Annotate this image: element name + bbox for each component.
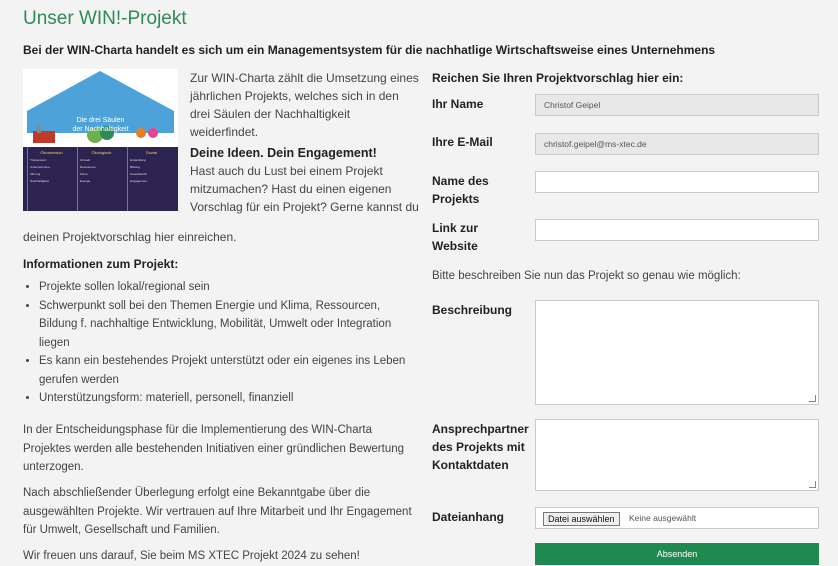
pillar-economic: Ökonomisch Transparenz Unternehmens- füh…	[27, 147, 75, 211]
name-label: Ihr Name	[432, 97, 484, 111]
pillar-line: Transparenz	[30, 158, 47, 162]
project-name-field[interactable]	[535, 171, 819, 193]
pillar-line: führung	[30, 172, 41, 176]
intro-paragraph-3: deinen Projektvorschlag hier einreichen.	[23, 230, 237, 244]
resize-handle-icon[interactable]	[809, 395, 816, 402]
info-paragraph-3: Wir freuen uns darauf, Sie beim MS XTEC …	[23, 550, 360, 562]
info-paragraph-2: Nach abschließender Überlegung erfolgt e…	[23, 487, 412, 536]
pillar-line: Nachhaltigkeit	[30, 179, 49, 183]
project-name-label: Name des Projekts	[432, 174, 489, 206]
description-label: Beschreibung	[432, 303, 513, 317]
email-field[interactable]: christof.geipel@ms-xtec.de	[535, 133, 819, 155]
contact-label: Ansprechpartner des Projekts mit Kontakt…	[432, 422, 529, 472]
website-field[interactable]	[535, 219, 819, 241]
pillar-title: Ökologisch	[91, 150, 112, 155]
infographic-heading-2: der Nachhaltigkeit	[72, 126, 129, 133]
submit-button[interactable]: Absenden	[535, 543, 819, 565]
pillar-social: Sozial Entwicklung Bildung Gesellschaft …	[127, 147, 175, 211]
pillar-line: Engagement	[130, 179, 148, 183]
infographic-heading-1: Die drei Säulen	[76, 117, 125, 124]
intro-paragraph-2: Hast auch du Lust bei einem Projekt mitz…	[190, 164, 419, 214]
description-textarea[interactable]	[535, 300, 819, 405]
sustainability-infographic: Die drei Säulen der Nachhaltigkeit Ökono…	[23, 69, 178, 211]
pillar-line: Ressourcen	[80, 165, 97, 169]
pillar-line: Umwelt	[80, 158, 91, 162]
description-hint: Bitte beschreiben Sie nun das Projekt so…	[432, 270, 741, 282]
list-item: Schwerpunkt soll bei den Themen Energie …	[39, 297, 419, 353]
infographic-header: Die drei Säulen der Nachhaltigkeit	[23, 69, 178, 147]
name-field[interactable]: Christof Geipel	[535, 94, 819, 116]
list-item: Unterstützungsform: materiell, personell…	[39, 389, 419, 408]
intro-text: Zur WIN-Charta zählt die Umsetzung eines…	[190, 69, 420, 216]
roof-graphic	[27, 71, 174, 143]
intro-heading: Deine Ideen. Dein Engagement!	[190, 146, 377, 160]
file-choose-button[interactable]: Datei auswählen	[543, 512, 620, 526]
pillar-line: Entwicklung	[130, 158, 147, 162]
pillar-line: Unternehmens-	[30, 165, 51, 169]
list-item: Es kann ein bestehendes Projekt unterstü…	[39, 352, 419, 389]
list-item: Projekte sollen lokal/regional sein	[39, 278, 419, 297]
page-title: Unser WIN!-Projekt	[23, 8, 187, 29]
pillar-ecological: Ökologisch Umwelt Ressourcen Klima Energ…	[77, 147, 125, 211]
page-subtitle: Bei der WIN-Charta handelt es sich um ei…	[23, 43, 716, 57]
contact-textarea[interactable]	[535, 419, 819, 491]
file-input[interactable]: Datei auswählen Keine ausgewählt	[535, 507, 819, 529]
file-label: Dateianhang	[432, 510, 505, 524]
info-paragraph-1: In der Entscheidungsphase für die Implem…	[23, 424, 405, 473]
pillar-line: Energie	[80, 179, 91, 183]
info-heading: Informationen zum Projekt:	[23, 257, 179, 271]
website-label: Link zur Website	[432, 221, 479, 253]
pillar-line: Gesellschaft	[130, 172, 147, 176]
email-label: Ihre E-Mail	[432, 135, 493, 149]
info-list: Projekte sollen lokal/regional sein Schw…	[22, 278, 419, 408]
pillar-title: Ökonomisch	[40, 150, 63, 155]
resize-handle-icon[interactable]	[809, 481, 816, 488]
pillar-title: Sozial	[146, 150, 157, 155]
file-status: Keine ausgewählt	[629, 513, 697, 523]
intro-paragraph-1: Zur WIN-Charta zählt die Umsetzung eines…	[190, 71, 419, 139]
pillar-line: Klima	[80, 172, 88, 176]
pillar-line: Bildung	[130, 165, 141, 169]
form-heading: Reichen Sie Ihren Projektvorschlag hier …	[432, 71, 684, 85]
